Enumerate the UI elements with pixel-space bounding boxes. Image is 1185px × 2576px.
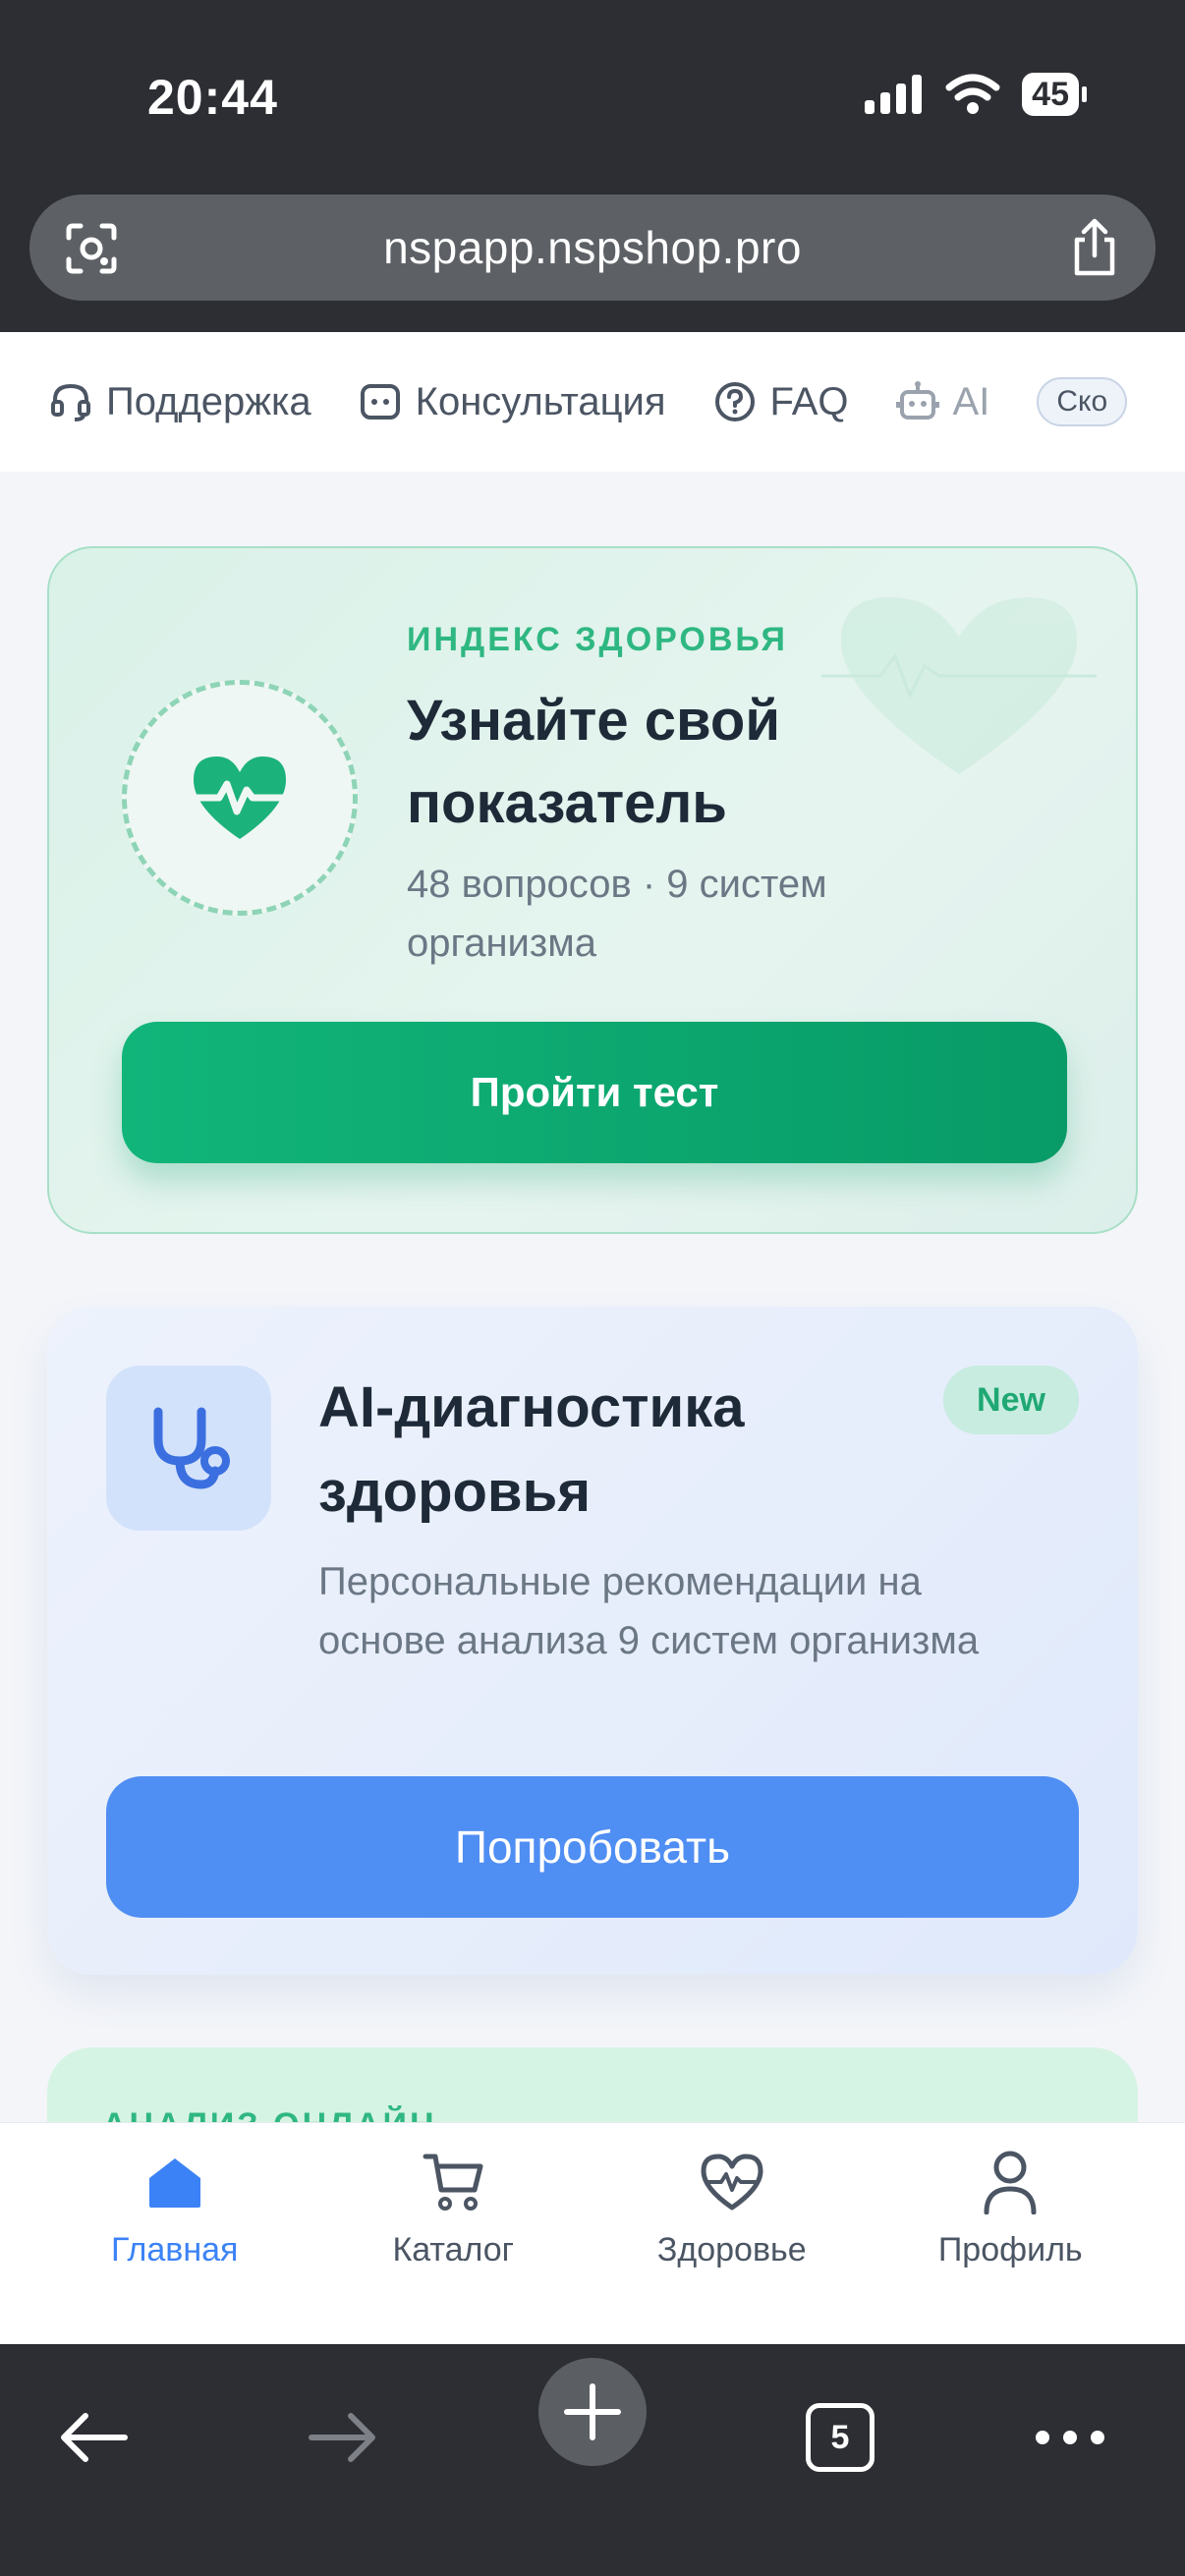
nav-ai[interactable]: AI [895,379,990,424]
wifi-icon [945,74,1000,114]
more-icon [1036,2431,1104,2444]
nav-faq-label: FAQ [769,379,849,423]
nav-faq[interactable]: FAQ [713,380,849,424]
bottom-tab-bar: Главная Каталог Здоровье Профиль [0,2122,1185,2344]
home-icon [148,2158,200,2208]
tabs-count: 5 [806,2403,875,2472]
tab-health[interactable]: Здоровье [614,2147,850,2344]
health-title: Узнайте свой показатель [407,689,780,835]
tab-home-label: Главная [111,2231,239,2268]
user-icon [984,2151,1037,2214]
nav-consultation[interactable]: Консультация [359,380,666,424]
tab-profile-label: Профиль [937,2231,1083,2268]
url-text: nspapp.nspshop.pro [383,222,802,273]
ai-icon-box [106,1366,271,1531]
tab-health-label: Здоровье [656,2231,807,2268]
signal-icon [865,75,923,114]
heart-icon [701,2154,763,2211]
forward-button[interactable] [289,2383,397,2492]
nav-chip[interactable]: Ско [1037,377,1128,426]
health-index-card: ИНДЕКС ЗДОРОВЬЯ Узнайте свой показатель … [47,546,1138,1234]
tab-catalog-label: Каталог [392,2231,515,2268]
tab-profile[interactable]: Профиль [892,2147,1128,2344]
new-badge: New [943,1366,1079,1434]
cart-icon [423,2154,483,2211]
stethoscope-icon [153,1407,230,1489]
ai-subtitle: Персональные рекомендации на основе анал… [318,1560,980,1662]
nav-support-label: Поддержка [106,379,311,423]
health-overline: ИНДЕКС ЗДОРОВЬЯ [407,621,788,658]
ai-title: AI-диагностика здоровья [318,1375,745,1524]
ai-diagnostics-card: AI-диагностика здоровья New Персональные… [47,1307,1138,1975]
try-button[interactable]: Попробовать [106,1776,1079,1918]
plus-icon [564,2383,621,2440]
health-icon-circle [122,680,358,916]
tab-home[interactable]: Главная [57,2147,293,2344]
tabs-button[interactable]: 5 [786,2383,894,2492]
arrow-right-icon [309,2413,375,2462]
address-bar[interactable]: nspapp.nspshop.pro [29,195,1156,301]
nav-ai-label: AI [952,379,990,423]
heart-pulse-icon [186,756,294,839]
chat-icon [360,384,400,420]
start-test-button[interactable]: Пройти тест [122,1022,1067,1163]
nav-support[interactable]: Поддержка [49,380,311,424]
lens-icon[interactable] [63,220,120,277]
new-tab-button[interactable] [538,2358,647,2466]
battery-indicator: 45 [1022,73,1087,116]
headset-icon [51,383,90,421]
arrow-left-icon [61,2413,128,2462]
share-icon[interactable] [1069,218,1120,277]
browser-top-chrome: 20:44 45 nspapp.nspshop.pro [0,0,1185,332]
robot-icon [895,381,939,420]
nav-consultation-label: Консультация [415,379,666,423]
tab-catalog[interactable]: Каталог [335,2147,571,2344]
question-icon [714,382,755,421]
status-time: 20:44 [147,70,278,125]
back-button[interactable] [39,2383,147,2492]
health-subtitle: 48 вопросов · 9 систем организма [407,863,827,965]
top-nav: Поддержка Консультация FAQ AI Ско [0,332,1185,472]
more-button[interactable] [1016,2383,1124,2492]
status-icons: 45 [865,73,1087,116]
